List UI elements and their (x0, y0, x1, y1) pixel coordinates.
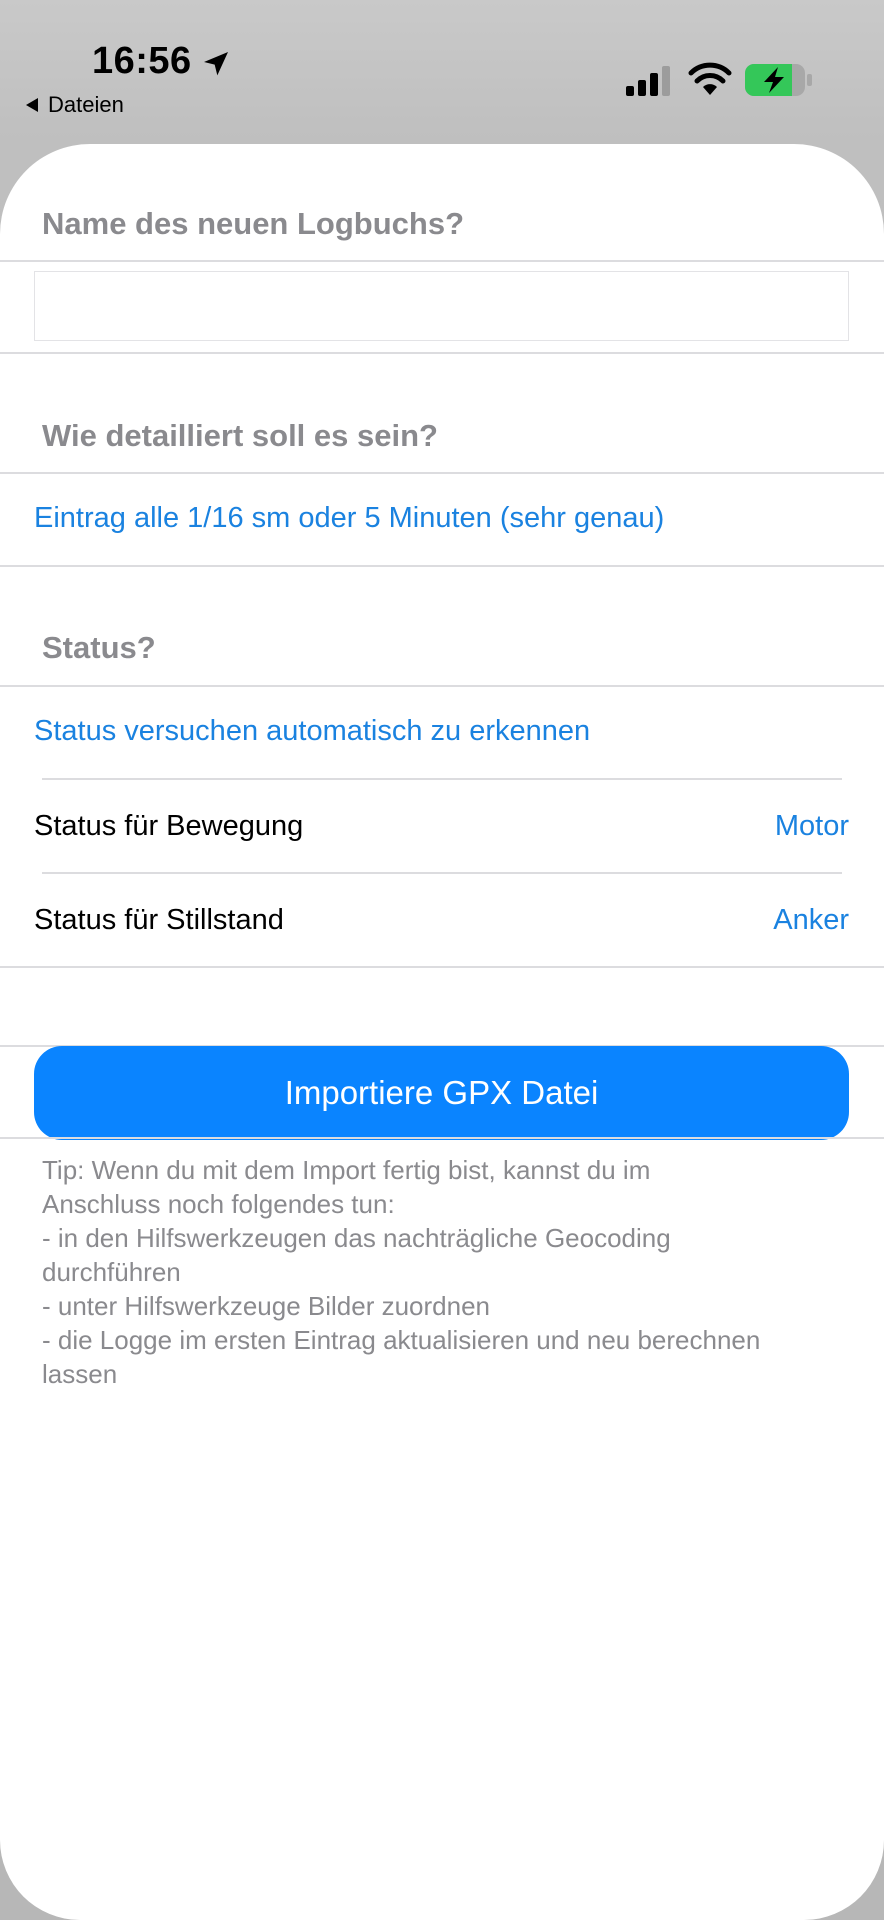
divider (0, 685, 884, 687)
logbook-name-input[interactable] (34, 271, 849, 341)
divider (0, 352, 884, 354)
status-movement-label: Status für Bewegung (34, 810, 304, 842)
import-gpx-button-label: Importiere GPX Datei (284, 1074, 599, 1111)
divider (0, 472, 884, 474)
back-to-files-link[interactable]: Dateien (26, 92, 124, 118)
tip-line: - in den Hilfswerkzeugen das nachträglic… (42, 1223, 671, 1253)
status-standstill-label: Status für Stillstand (34, 904, 284, 936)
back-triangle-icon (26, 98, 38, 112)
divider (42, 872, 842, 874)
status-movement-value[interactable]: Motor (775, 810, 849, 843)
divider (0, 260, 884, 262)
location-arrow-icon (204, 52, 228, 76)
tip-line: - die Logge im ersten Eintrag aktualisie… (42, 1325, 761, 1355)
tip-line: lassen (42, 1359, 118, 1389)
battery-charging-icon (745, 64, 812, 96)
name-section-header: Name des neuen Logbuchs? (42, 206, 465, 241)
status-standstill-value[interactable]: Anker (773, 904, 849, 937)
status-time: 16:56 (92, 40, 192, 82)
detail-level-option[interactable]: Eintrag alle 1/16 sm oder 5 Minuten (seh… (34, 502, 664, 535)
status-auto-detect-option[interactable]: Status versuchen automatisch zu erkennen (34, 715, 590, 748)
divider (0, 1137, 884, 1139)
divider (0, 565, 884, 567)
import-sheet: Name des neuen Logbuchs? Wie detailliert… (0, 144, 884, 1920)
divider (42, 778, 842, 780)
cellular-signal-icon (626, 66, 670, 96)
back-link-label: Dateien (48, 92, 124, 117)
detail-section-header: Wie detailliert soll es sein? (42, 418, 438, 453)
tip-line: Anschluss noch folgendes tun: (42, 1189, 395, 1219)
tip-line: durchführen (42, 1257, 181, 1287)
status-bar: 16:56 Dateien (0, 0, 884, 140)
divider (0, 966, 884, 968)
status-section-header: Status? (42, 630, 156, 665)
wifi-icon (688, 62, 732, 95)
tip-line: Tip: Wenn du mit dem Import fertig bist,… (42, 1155, 651, 1185)
import-tip-text: Tip: Wenn du mit dem Import fertig bist,… (42, 1153, 852, 1391)
tip-line: - unter Hilfswerkzeuge Bilder zuordnen (42, 1291, 490, 1321)
import-gpx-button[interactable]: Importiere GPX Datei (34, 1046, 849, 1140)
